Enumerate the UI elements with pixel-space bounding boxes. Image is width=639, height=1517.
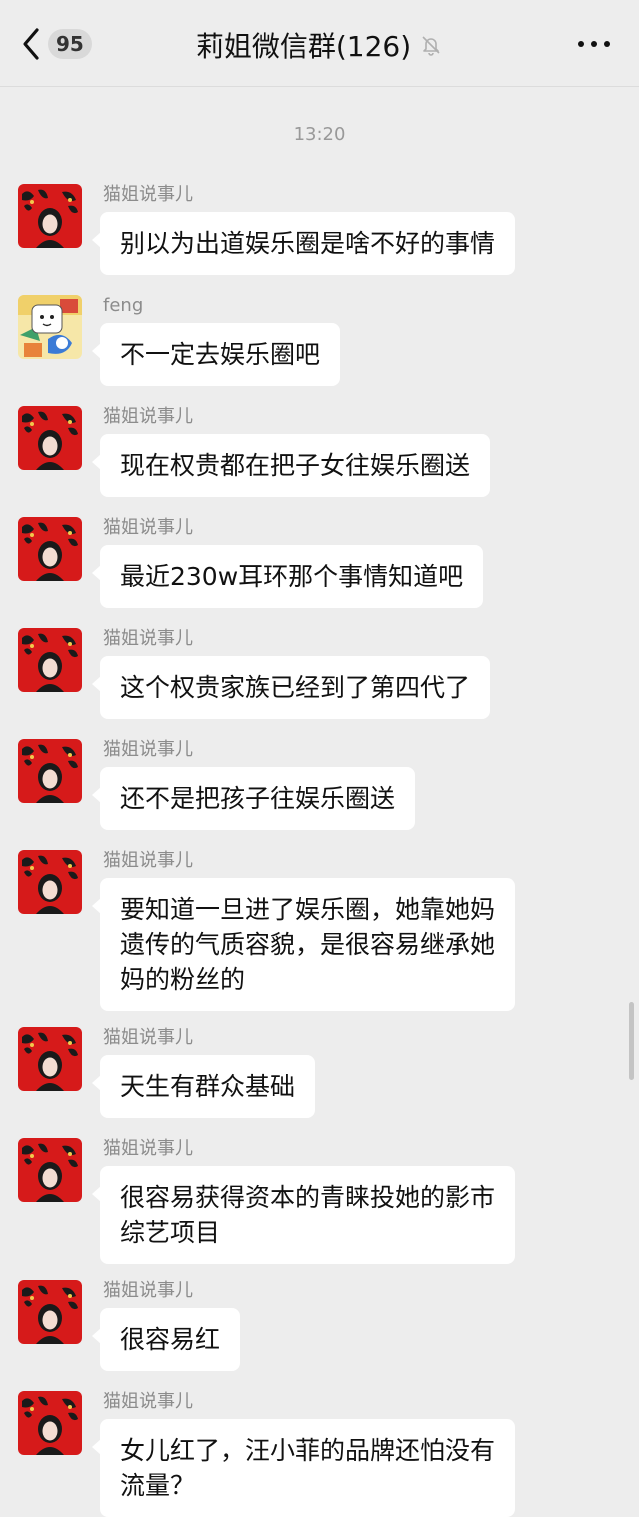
- message-text: 最近230w耳环那个事情知道吧: [120, 562, 464, 591]
- message-text: 流量？: [120, 1471, 196, 1500]
- message-text: 不一定去娱乐圈吧: [120, 340, 321, 369]
- avatar[interactable]: [18, 184, 82, 248]
- chat-title: 莉姐微信群(126): [195, 30, 412, 63]
- message-bubble[interactable]: 天生有群众基础: [91, 1055, 316, 1118]
- message-bubble[interactable]: 要知道一旦进了娱乐圈，她靠她妈 遗传的气质容貌，是很容易继承她 妈的粉丝的: [91, 878, 516, 1011]
- message-bubble[interactable]: 别以为出道娱乐圈是啥不好的事情: [91, 212, 516, 275]
- more-options-button[interactable]: [571, 28, 617, 60]
- message-text: 别以为出道娱乐圈是啥不好的事情: [120, 229, 496, 258]
- sender-name: 猫姐说事儿: [103, 1138, 193, 1159]
- sender-name: 猫姐说事儿: [103, 1391, 193, 1412]
- avatar[interactable]: [18, 517, 82, 581]
- message-timestamp: 13:20: [293, 124, 346, 145]
- message-text: 妈的粉丝的: [120, 965, 246, 994]
- message-text: 还不是把孩子往娱乐圈送: [120, 784, 396, 813]
- chat-title-area: 莉姐微信群(126): [0, 24, 639, 66]
- avatar[interactable]: [18, 295, 82, 359]
- message-bubble[interactable]: 这个权贵家族已经到了第四代了: [91, 656, 491, 719]
- avatar[interactable]: [18, 739, 82, 803]
- message-text: 这个权贵家族已经到了第四代了: [120, 673, 471, 702]
- message-text: 很容易红: [120, 1325, 221, 1354]
- scrollbar[interactable]: [629, 1002, 634, 1080]
- message-bubble[interactable]: 很容易红: [91, 1308, 241, 1371]
- message-text: 女儿红了，汪小菲的品牌还怕没有: [120, 1436, 496, 1465]
- message-bubble[interactable]: 很容易获得资本的青睐投她的影市 综艺项目: [91, 1166, 516, 1264]
- message-text: 遗传的气质容貌，是很容易继承她: [120, 930, 496, 959]
- message-bubble[interactable]: 还不是把孩子往娱乐圈送: [91, 767, 416, 830]
- avatar[interactable]: [18, 628, 82, 692]
- sender-name: 猫姐说事儿: [103, 850, 193, 871]
- message-text: 综艺项目: [120, 1218, 221, 1247]
- avatar[interactable]: [18, 1280, 82, 1344]
- message-bubble[interactable]: 不一定去娱乐圈吧: [91, 323, 341, 386]
- message-bubble[interactable]: 最近230w耳环那个事情知道吧: [91, 545, 484, 608]
- sender-name: 猫姐说事儿: [103, 406, 193, 427]
- avatar[interactable]: [18, 1391, 82, 1455]
- message-bubble[interactable]: 现在权贵都在把子女往娱乐圈送: [91, 434, 491, 497]
- message-text: 很容易获得资本的青睐投她的影市: [120, 1183, 496, 1212]
- avatar[interactable]: [18, 1027, 82, 1091]
- avatar[interactable]: [18, 406, 82, 470]
- sender-name: 猫姐说事儿: [103, 1280, 193, 1301]
- message-text: 天生有群众基础: [120, 1072, 296, 1101]
- chat-header: 95 莉姐微信群(126): [0, 0, 639, 87]
- sender-name: 猫姐说事儿: [103, 184, 193, 205]
- more-dots-icon: [578, 41, 610, 47]
- avatar[interactable]: [18, 850, 82, 914]
- message-text: 现在权贵都在把子女往娱乐圈送: [120, 451, 471, 480]
- sender-name: 猫姐说事儿: [103, 517, 193, 538]
- mute-bell-icon: [419, 33, 443, 57]
- message-text: 要知道一旦进了娱乐圈，她靠她妈: [120, 895, 496, 924]
- sender-name: 猫姐说事儿: [103, 1027, 193, 1048]
- avatar[interactable]: [18, 1138, 82, 1202]
- sender-name: 猫姐说事儿: [103, 628, 193, 649]
- sender-name: 猫姐说事儿: [103, 739, 193, 760]
- sender-name: feng: [103, 295, 144, 316]
- message-bubble[interactable]: 女儿红了，汪小菲的品牌还怕没有 流量？: [91, 1419, 516, 1517]
